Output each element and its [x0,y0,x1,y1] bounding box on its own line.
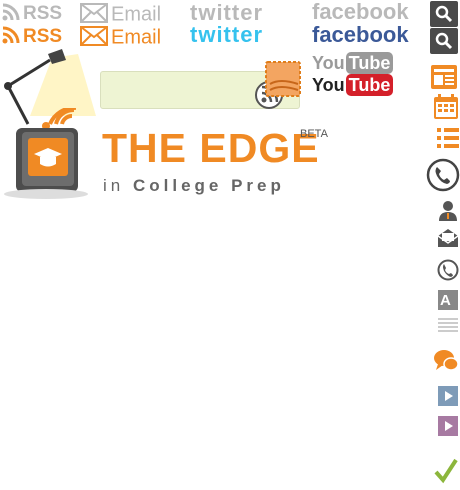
rss-icon [2,26,20,48]
check-icon[interactable] [434,458,458,484]
email-link-ghost[interactable]: Email [80,3,161,27]
rss-icon [2,3,20,25]
twitter-link[interactable]: twitter [190,24,263,46]
calendar-icon[interactable] [432,93,460,121]
email-label: Email [111,26,162,49]
graduation-book-logo [4,108,88,199]
phone-icon[interactable] [437,259,459,281]
lines-icon[interactable] [438,318,458,334]
youtube-link[interactable]: You Tube [312,74,394,96]
rss-label: RSS [23,26,63,48]
youtube-link-ghost[interactable]: You Tube [312,52,394,74]
news-icon[interactable] [430,64,458,90]
youtube-tube: Tube [345,74,394,96]
rss-label: RSS [23,3,63,25]
chat-icon[interactable] [433,348,459,374]
subtitle-text: College Prep [132,176,285,195]
beta-badge: BETA [300,128,328,140]
person-icon[interactable] [438,200,458,222]
facebook-label: facebook [312,0,409,24]
font-size-icon[interactable]: A [438,290,458,310]
facebook-link-ghost[interactable]: facebook [312,1,409,23]
rss-link[interactable]: RSS [2,26,62,48]
site-logo-subtitle: in College Prep [103,177,285,194]
envelope-icon [80,3,108,27]
play-icon[interactable] [438,386,458,406]
twitter-link-ghost[interactable]: twitter [190,2,263,24]
rss-stamp-icon [265,61,301,97]
youtube-tube: Tube [345,52,394,74]
phone-circle-icon[interactable] [426,158,460,192]
youtube-you: You [312,75,345,95]
facebook-label: facebook [312,22,409,47]
email-label: Email [111,3,162,26]
mail-open-icon[interactable] [437,228,459,248]
twitter-label: twitter [190,22,263,47]
svg-text:A: A [440,292,451,309]
rss-link-ghost[interactable]: RSS [2,3,62,25]
search-input[interactable] [107,72,251,108]
search-button-ghost[interactable] [430,1,458,27]
site-logo-title: THE EDGE [102,125,320,171]
subtitle-prefix: in [103,176,125,195]
youtube-you: You [312,53,345,73]
play-icon[interactable] [438,416,458,436]
list-icon[interactable] [436,126,460,150]
search-button[interactable] [430,28,458,54]
search-icon [435,32,453,50]
facebook-link[interactable]: facebook [312,24,409,46]
search-icon [435,5,453,23]
